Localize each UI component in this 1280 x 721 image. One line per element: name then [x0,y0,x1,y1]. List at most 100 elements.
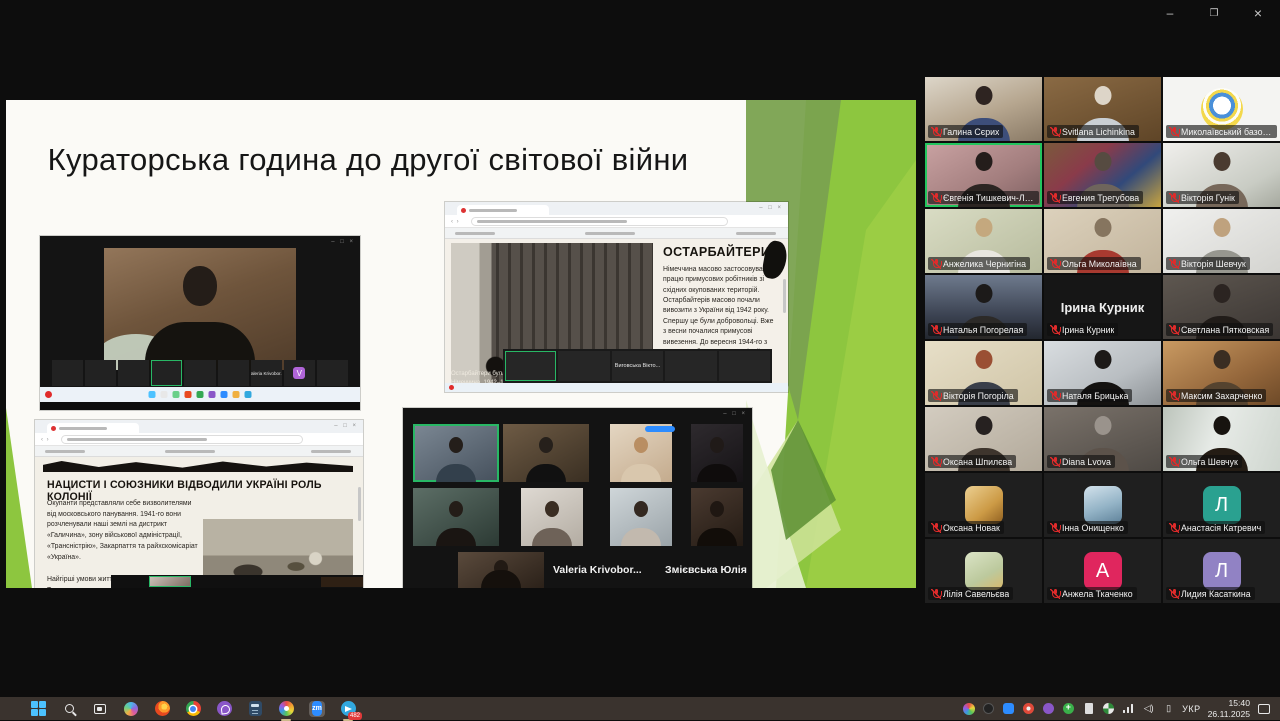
participant-name: Ірина Курник [1047,323,1118,336]
student-name-tile: Змієвська Юлія [665,564,747,576]
participant-tile-avatar[interactable]: Л Лидия Касаткина [1163,539,1280,603]
browser-tab-bar: – □ × [445,202,788,215]
scrollbar [358,487,361,521]
pdf-toolbar [35,446,363,457]
mic-muted-icon [1170,391,1178,401]
minimize-button[interactable] [1148,0,1192,26]
clock[interactable]: 15:40 26.11.2025 [1208,698,1250,719]
slide-green-wedge [6,408,32,588]
participant-tile-avatar[interactable]: А Анжела Ткаченко [1044,539,1161,603]
volume-icon[interactable]: ◁) [1142,702,1155,715]
participant-name: Лілія Савельєва [928,587,1013,600]
copilot-icon[interactable] [123,701,139,717]
participant-name: Інна Онищенко [1047,521,1128,534]
participant-tile[interactable]: Вікторія Шевчук [1163,209,1280,273]
participant-tile[interactable]: Наталья Погорелая [925,275,1042,339]
tray-zoom-icon[interactable] [1002,702,1015,715]
tray-viber-icon[interactable] [1042,702,1055,715]
participant-name: Diana Lvova [1047,455,1115,468]
participant-tile[interactable]: Светлана Пятковская [1163,275,1280,339]
participant-tile[interactable]: Svitlana Lichinkina [1044,77,1161,141]
participant-tile[interactable]: Галина Сєрих [925,77,1042,141]
start-button[interactable] [30,701,46,717]
participant-tile[interactable]: Миколаївський базови... [1163,77,1280,141]
participant-name: Вікторія Погоріла [928,389,1018,402]
mic-muted-icon [1051,589,1059,599]
input-device-icon[interactable]: ▯ [1162,702,1175,715]
mic-muted-icon [932,589,940,599]
embedded-screenshot-classroom-zoom: – □ × Valeria Krivobor... V [40,236,360,410]
pdf-toolbar [445,228,788,239]
embedded-screenshot-ostarbeiters-article: – □ × ‹ › Остарбайтери бул... Німеччина,… [445,202,788,392]
participant-tile[interactable]: Ольга Миколаївна [1044,209,1161,273]
avatar [965,486,1003,524]
mic-muted-icon [932,523,940,533]
participant-tile[interactable]: Наталя Брицька [1044,341,1161,405]
chrome-icon[interactable] [185,701,201,717]
notification-center-icon[interactable] [1257,702,1270,715]
participant-tile[interactable]: Diana Lvova [1044,407,1161,471]
telegram-icon[interactable]: 482 [340,701,356,717]
participant-name: Євгенія Тишкевич-Львова [928,191,1039,204]
tray-time: 15:40 [1208,698,1250,709]
color-wheel-app-icon[interactable] [278,701,294,717]
participant-name: Анжелика Чернигіна [928,257,1030,270]
participant-name: Анжела Ткаченко [1047,587,1137,600]
participant-tile[interactable]: Оксана Шпилєва [925,407,1042,471]
participant-tile-active-speaker[interactable]: Євгенія Тишкевич-Львова [925,143,1042,207]
tray-color-wheel-icon[interactable] [962,702,975,715]
search-icon[interactable] [61,701,77,717]
participant-tile[interactable]: Евгения Трегубова [1044,143,1161,207]
filmstrip-name-tile: Valeria Krivobor... [251,360,282,386]
mic-muted-icon [1170,127,1178,137]
tray-dark-app-icon[interactable] [982,702,995,715]
torn-paper-decoration [43,461,353,472]
student-name-tile: Valeria Krivobor... [553,564,642,576]
tray-red-app-icon[interactable] [1022,702,1035,715]
tray-pinwheel-icon[interactable] [1102,702,1115,715]
embedded-window-controls: – □ × [331,239,355,245]
mic-muted-icon [932,259,940,269]
embedded-window-controls: – □ × [723,411,747,417]
organization-logo [1201,88,1243,130]
participant-tile-avatar[interactable]: Оксана Новак [925,473,1042,537]
embedded-screenshot-students-gallery: – □ × Valeria Krivobor... Змієвська Юлія [403,408,752,588]
participant-name: Оксана Новак [928,521,1004,534]
participant-tile[interactable]: Максим Захарченко [1163,341,1280,405]
participant-tile-avatar[interactable]: Л Анастасія Катревич [1163,473,1280,537]
embedded-taskbar [445,383,788,392]
participant-tile-avatar[interactable]: Інна Онищенко [1044,473,1161,537]
participant-name: Вікторія Шевчук [1166,257,1250,270]
language-indicator[interactable]: УКР [1182,704,1200,714]
tray-date: 26.11.2025 [1208,709,1250,720]
participant-tile-camera-off[interactable]: Ірина Курник Ірина Курник [1044,275,1161,339]
mic-muted-icon [1170,193,1178,203]
mic-muted-icon [1170,589,1178,599]
participant-tile[interactable]: Анжелика Чернигіна [925,209,1042,273]
tray-usb-icon[interactable] [1082,702,1095,715]
windows-taskbar: zm 482 ◁) ▯ УКР 15:40 26.11.2025 [0,697,1280,720]
participant-name: Галина Сєрих [928,125,1003,138]
maximize-button[interactable] [1192,0,1236,26]
participant-tile-avatar[interactable]: Лілія Савельєва [925,539,1042,603]
participant-name: Svitlana Lichinkina [1047,125,1139,138]
participant-name: Лидия Касаткина [1166,587,1255,600]
zoom-app-icon-active[interactable]: zm [309,701,325,717]
mic-muted-icon [932,391,940,401]
participant-tile[interactable]: Вікторія Гунік [1163,143,1280,207]
participant-name: Анастасія Катревич [1166,521,1265,534]
viber-icon[interactable] [216,701,232,717]
firefox-icon[interactable] [154,701,170,717]
tray-antivirus-icon[interactable] [1062,702,1075,715]
calculator-icon[interactable] [247,701,263,717]
participant-tile[interactable]: Вікторія Погоріла [925,341,1042,405]
filmstrip-name-tile: Виговська Вікто... [612,351,663,381]
telegram-badge: 482 [348,712,362,720]
shared-screen-slide: Кураторська година до другої світової ві… [6,100,916,588]
network-icon[interactable] [1122,702,1135,715]
participant-name: Миколаївський базови... [1166,125,1277,138]
participant-tile[interactable]: Ольга Шевчук [1163,407,1280,471]
browser-tab-bar: – □ × [35,420,363,433]
task-view-icon[interactable] [92,701,108,717]
close-button[interactable] [1236,0,1280,26]
